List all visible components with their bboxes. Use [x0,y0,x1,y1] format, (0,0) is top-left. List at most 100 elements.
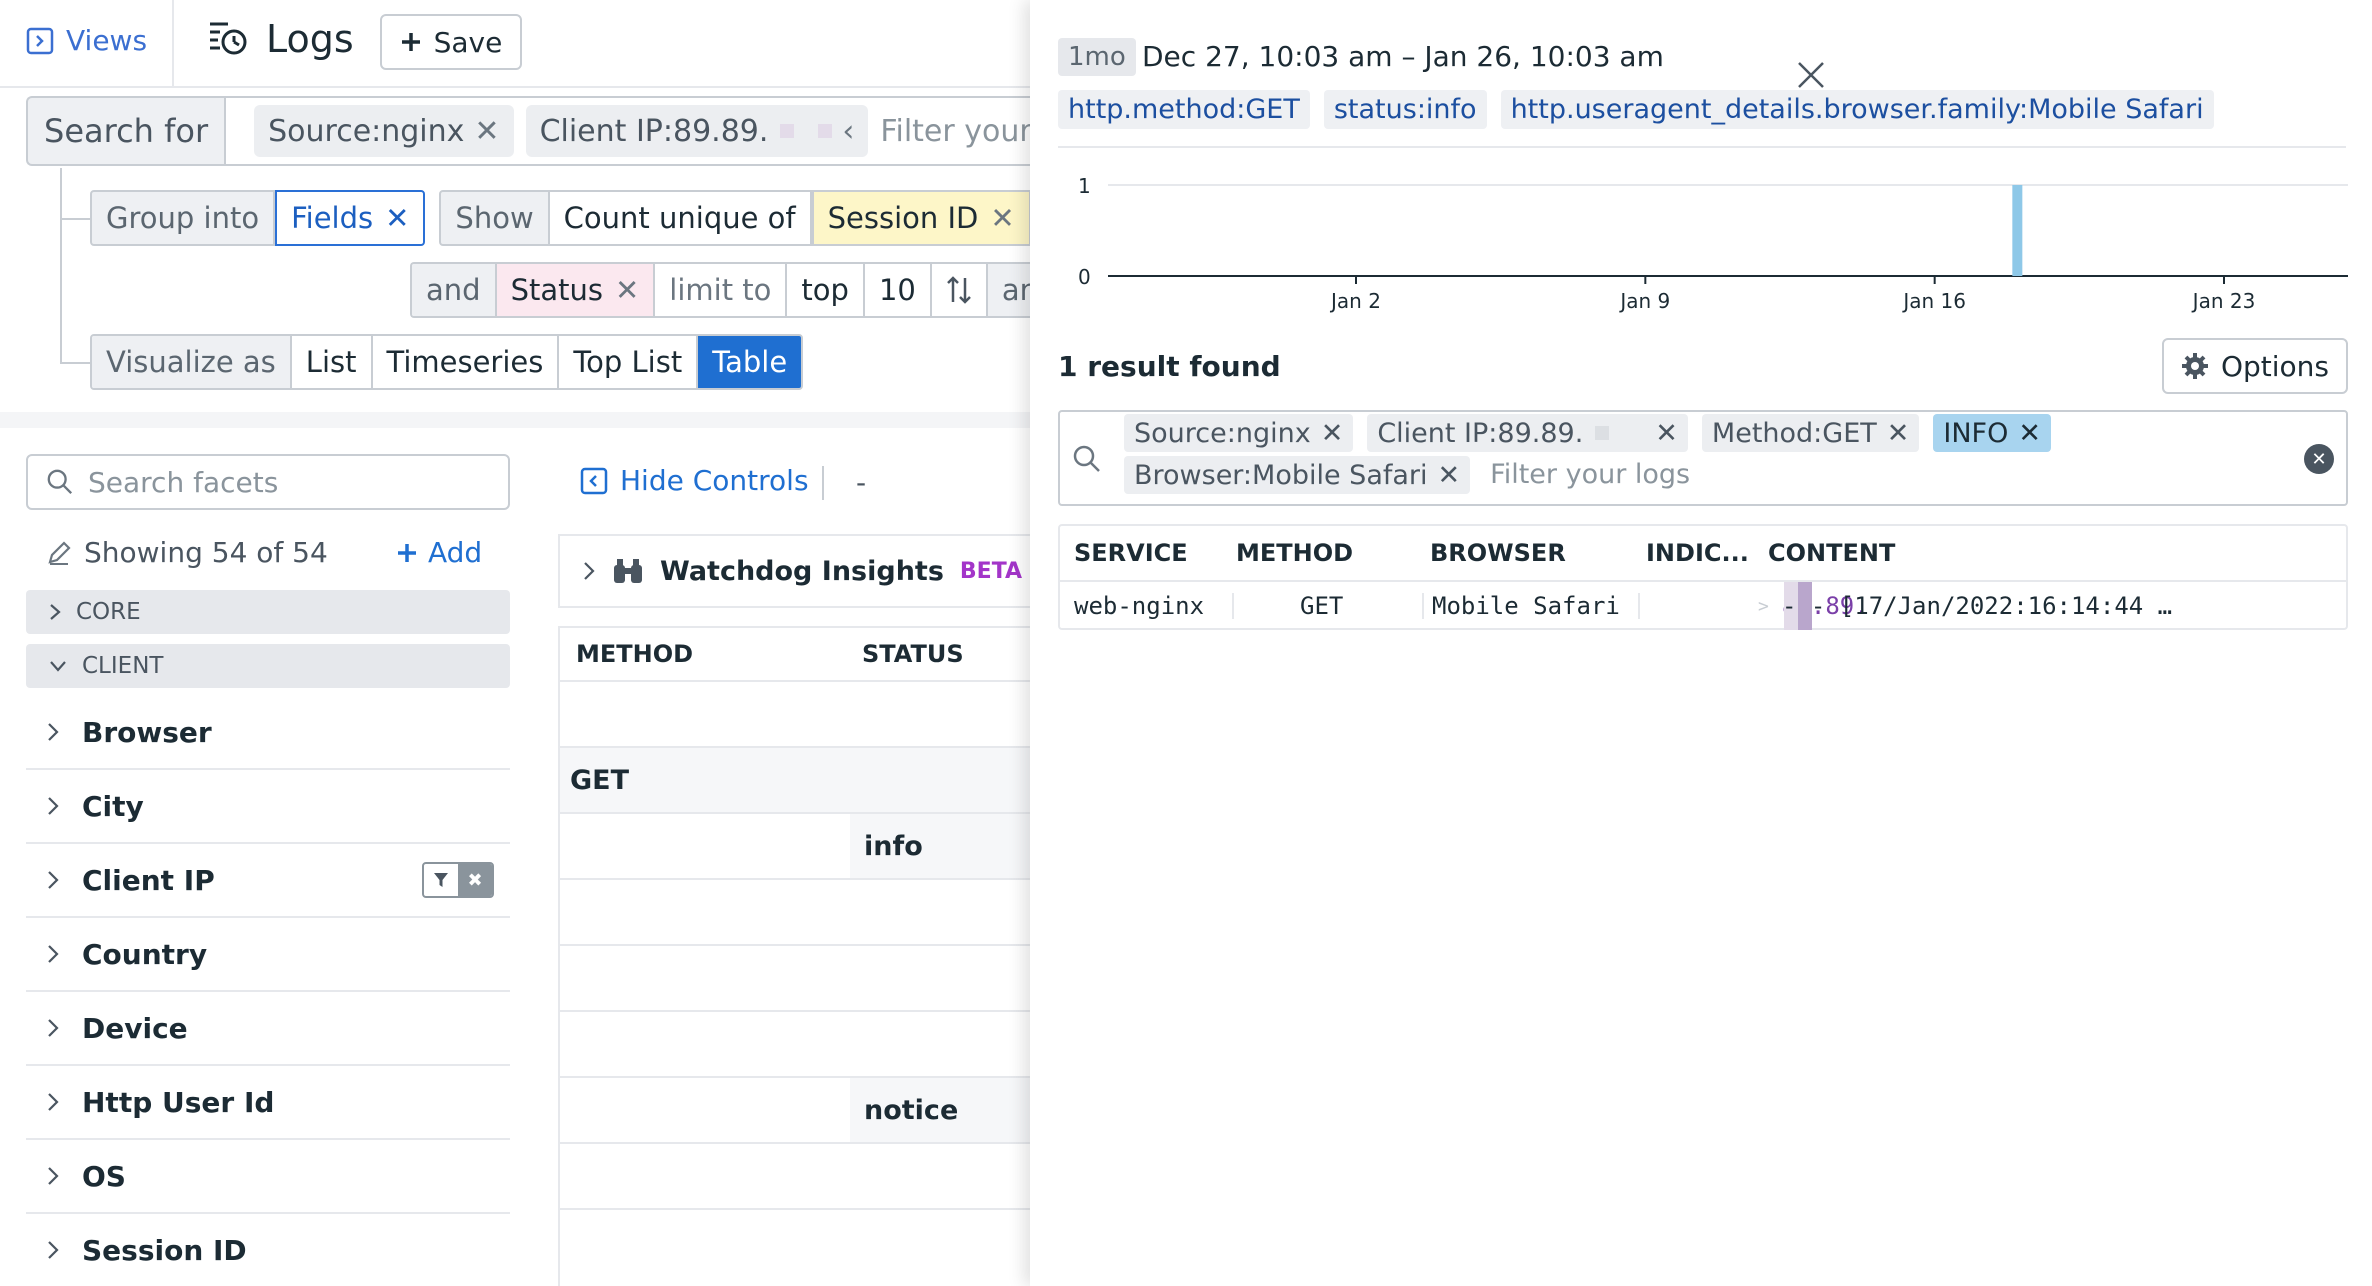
facet-item-http-user-id[interactable]: Http User Id [26,1066,510,1140]
search-chip-client-ip[interactable]: Client IP:89.89. ‹ [525,105,869,157]
search-icon [1072,444,1102,474]
facet-search-placeholder: Search facets [88,465,279,499]
filter-chip-method[interactable]: Method:GET ✕ [1701,414,1920,452]
limit-input[interactable]: 10 [865,264,932,316]
cell-status: info [850,814,1032,878]
close-icon[interactable]: ✕ [2018,418,2041,449]
column-header-method[interactable]: METHOD [560,640,850,668]
logs-title-text: Logs [266,17,354,61]
facet-category-core[interactable]: CORE [26,590,510,634]
chevron-left-icon[interactable]: ‹ [842,114,854,149]
close-icon[interactable]: ✕ [990,201,1014,235]
facet-item-os[interactable]: OS [26,1140,510,1214]
table-row[interactable] [560,880,1030,946]
cell-status [850,682,1032,746]
group-gap [425,190,439,246]
facet-search-input[interactable]: Search facets [26,454,510,510]
facet-category-client[interactable]: CLIENT [26,644,510,688]
aggregation-dropdown[interactable]: Count unique of [549,190,812,246]
watchdog-insights-toggle[interactable]: Watchdog Insights BETA [558,534,1030,608]
toolbar-dash: - [856,466,867,499]
filter-chip-info[interactable]: INFO ✕ [1933,414,2051,452]
table-row[interactable] [560,1012,1030,1078]
filter-logs-input[interactable]: Filter your logs [1484,456,1690,494]
facet-count: Showing 54 of 54 [46,536,328,569]
tree-line [60,218,90,220]
facet-item-country[interactable]: Country [26,918,510,992]
cell-method: GET [560,748,850,812]
panel-query-chips: http.method:GET status:info http.userage… [1058,90,2214,129]
watchdog-label: Watchdog Insights [660,555,944,587]
time-range-badge[interactable]: 1mo [1058,38,1136,76]
result-count: 1 result found [1058,350,1281,383]
close-icon[interactable]: ✕ [1438,460,1461,491]
facet-item-city[interactable]: City [26,770,510,844]
top-dropdown[interactable]: top [787,264,865,316]
fields-dropdown[interactable]: Fields ✕ [275,190,426,246]
visualize-timeseries-option[interactable]: Timeseries [373,336,560,388]
filter-icon[interactable] [424,864,458,896]
page-title: Logs [206,16,354,62]
search-input[interactable]: Filter your [880,114,1030,149]
log-histogram-chart: 1 0 Jan 2 Jan 9 Jan 16 Jan 23 [1078,174,2348,313]
cell-browser: Mobile Safari [1432,592,1620,620]
redacted-block [780,124,795,138]
remove-filter-icon[interactable]: ✖ [458,864,492,896]
search-chip-source[interactable]: Source:nginx ✕ [254,105,514,157]
facet-item-session-id[interactable]: Session ID [26,1214,510,1286]
close-panel-button[interactable] [1796,60,1826,90]
filter-chip-browser[interactable]: Browser:Mobile Safari ✕ [1124,456,1471,494]
logs-icon [210,22,247,55]
close-icon[interactable]: ✕ [1887,418,1910,449]
session-id-field[interactable]: Session ID ✕ [811,190,1031,246]
filter-chip-source[interactable]: Source:nginx ✕ [1124,414,1354,452]
save-button[interactable]: Save [380,14,522,70]
table-row[interactable] [560,1144,1030,1210]
table-row[interactable] [560,682,1030,748]
visualize-list-option[interactable]: List [292,336,373,388]
log-list-header: SERVICE METHOD BROWSER INDIC... CONTENT [1060,526,2346,582]
table-row[interactable] [560,946,1030,1012]
sort-toggle[interactable] [932,264,988,316]
table-row[interactable]: notice [560,1078,1032,1144]
cell-status [850,748,1032,812]
search-query[interactable]: Source:nginx ✕ Client IP:89.89. ‹ Filter y… [226,98,1030,164]
column-header-browser[interactable]: BROWSER [1430,526,1566,580]
facet-label: Device [82,1011,188,1045]
hide-controls-button[interactable]: Hide Controls [580,464,809,497]
x-tick-label: Jan 23 [2191,289,2256,313]
visualize-toplist-option[interactable]: Top List [559,336,699,388]
close-icon[interactable]: ✕ [474,114,499,149]
visualize-table-option[interactable]: Table [698,336,802,388]
log-row[interactable]: web-nginx GET Mobile Safari > 89.89. - -… [1060,582,2346,630]
cell-method [560,946,850,1010]
column-header-content[interactable]: CONTENT [1768,526,1895,580]
options-button[interactable]: Options [2162,338,2348,394]
close-icon[interactable]: ✕ [1655,418,1678,449]
table-row[interactable]: info [560,814,1032,880]
filter-chip-client-ip[interactable]: Client IP:89.89. ✕ [1367,414,1688,452]
search-for-label: Search for [28,98,227,164]
chevron-right-icon [48,797,59,815]
table-row[interactable]: GET [560,748,1032,814]
clear-filter-icon[interactable]: ✕ [2304,444,2334,474]
views-button[interactable]: Views [26,24,147,57]
visualize-row: Visualize as List Timeseries Top List Ta… [90,334,804,390]
column-header-service[interactable]: SERVICE [1074,526,1188,580]
facet-item-device[interactable]: Device [26,992,510,1066]
status-field[interactable]: Status ✕ [496,264,656,316]
column-header-method[interactable]: METHOD [1236,526,1353,580]
close-icon[interactable]: ✕ [615,273,639,307]
close-icon[interactable]: ✕ [1321,418,1344,449]
add-facet-button[interactable]: Add [396,536,482,569]
close-icon[interactable]: ✕ [385,201,409,235]
sidebar-toggle-icon [26,27,54,54]
hide-controls-label: Hide Controls [620,464,809,497]
column-header-status[interactable]: STATUS [850,640,964,668]
facet-item-client-ip[interactable]: Client IP ✖ [26,844,510,918]
options-label: Options [2220,349,2330,383]
and-label: and [412,264,497,316]
save-label: Save [433,25,503,59]
facet-item-browser[interactable]: Browser [26,696,510,770]
column-header-indicator[interactable]: INDIC... [1646,526,1749,580]
